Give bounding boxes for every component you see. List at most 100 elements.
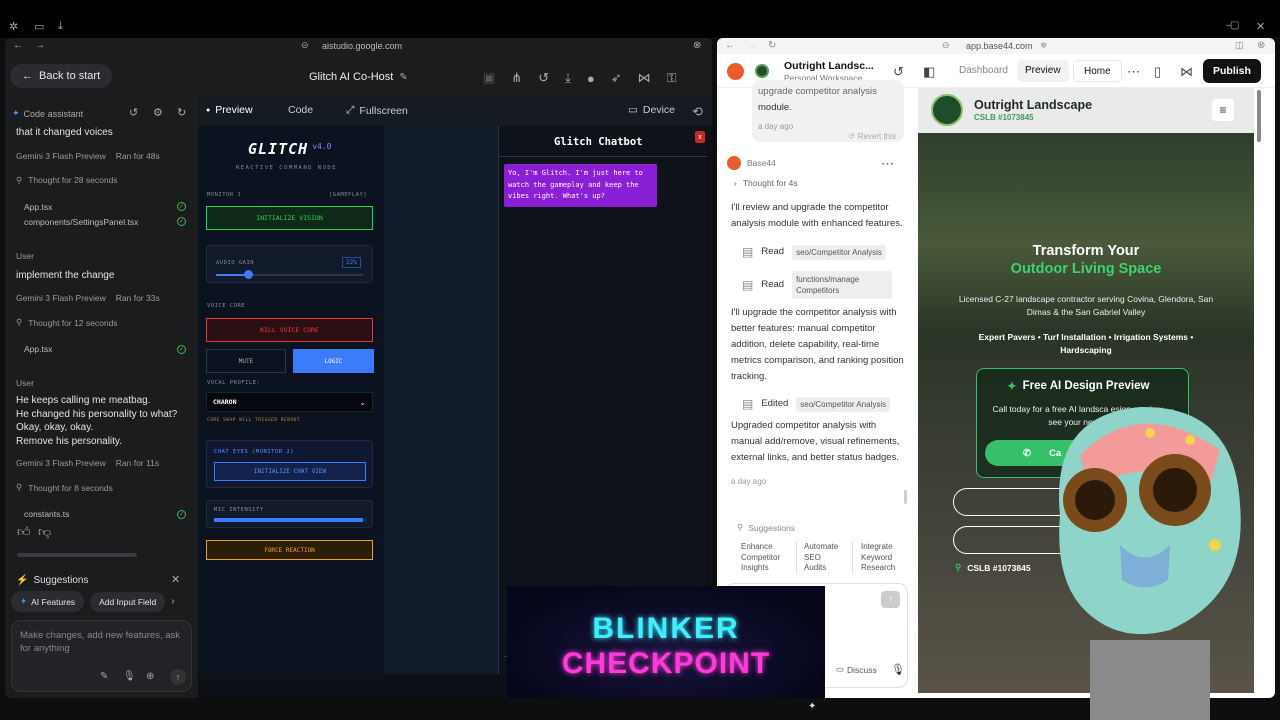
discuss-toggle[interactable]: ▭ Discuss: [836, 664, 877, 675]
mic-icon[interactable]: 🎙︎: [891, 663, 905, 676]
preview-scrollbar[interactable]: [1257, 90, 1261, 142]
file-item[interactable]: components/SettingsPanel.tsx ✓: [16, 217, 186, 227]
close-window-icon[interactable]: ✕: [1256, 20, 1265, 33]
github-icon[interactable]: ●: [587, 71, 595, 86]
project-avatar: [755, 64, 769, 78]
chevron-right-icon[interactable]: ›: [171, 596, 174, 607]
more-icon[interactable]: ⋯: [1127, 64, 1140, 80]
tab-fullscreen[interactable]: ⤢ Fullscreen: [346, 104, 408, 117]
page-selector[interactable]: Home: [1073, 60, 1122, 82]
chat-scrollbar[interactable]: [904, 490, 907, 504]
suggestion-chip[interactable]: Add Input Field: [90, 591, 166, 612]
base44-logo-icon[interactable]: [727, 63, 744, 80]
app-logo-icon[interactable]: ✲: [9, 20, 18, 33]
close-icon[interactable]: x: [695, 131, 705, 143]
thought-toggle[interactable]: › Thought for 4s: [734, 178, 798, 188]
glitch-logo: GLITCH v4.0: [248, 140, 331, 158]
thought-row[interactable]: ⚲ Thought for 12 seconds: [16, 317, 186, 328]
save-icon[interactable]: ▣: [483, 70, 495, 86]
thumbs-down-icon[interactable]: 👎︎: [38, 524, 51, 540]
gear-icon[interactable]: ⚙: [153, 106, 163, 119]
history-icon[interactable]: ↺: [129, 106, 138, 119]
site-info-icon[interactable]: ⊝: [301, 40, 309, 51]
revert-button[interactable]: ↺ Revert this: [848, 132, 896, 141]
maximize-icon[interactable]: ▢: [1230, 20, 1239, 31]
add-icon[interactable]: ⊕: [146, 671, 154, 682]
panel-toggle-icon[interactable]: ◧: [923, 64, 935, 80]
suggestion-item[interactable]: Enhance Competitor Insights: [741, 542, 787, 574]
mute-button[interactable]: MUTE: [206, 349, 286, 373]
history-icon[interactable]: ↺: [538, 70, 549, 86]
publish-button[interactable]: Publish: [1203, 59, 1261, 83]
left-url[interactable]: aistudio.google.com: [322, 41, 402, 51]
refresh-icon[interactable]: ↻: [177, 106, 186, 119]
arrow-left-icon: ←: [22, 70, 33, 82]
split-view-icon[interactable]: ◫: [1235, 40, 1244, 51]
forward-arrow-icon[interactable]: →: [35, 40, 45, 51]
back-arrow-icon[interactable]: ←: [725, 40, 735, 51]
site-info-icon[interactable]: ⊝: [942, 40, 950, 51]
horizontal-scrollbar[interactable]: [17, 553, 137, 557]
back-to-start-button[interactable]: ← Back to start: [10, 64, 113, 88]
send-icon[interactable]: ↑: [170, 669, 186, 685]
download-file-icon[interactable]: ⤓: [565, 70, 571, 86]
hero-title: Transform Your: [1032, 243, 1140, 259]
suggestion-chip[interactable]: ✦ AI Features: [11, 591, 85, 612]
sidebar-toggle-icon[interactable]: ▭: [34, 20, 44, 33]
deploy-rocket-icon[interactable]: ➶: [611, 70, 622, 86]
edit-pencil-icon[interactable]: ✎: [399, 72, 407, 83]
share-icon[interactable]: ⋈: [638, 70, 651, 86]
api-key-icon[interactable]: ⚿: [667, 70, 677, 86]
read-action[interactable]: ▤ Read seo/Competitor Analysis: [742, 244, 886, 260]
file-item[interactable]: App.tsx ✓: [16, 344, 186, 354]
forward-arrow-icon[interactable]: →: [747, 40, 757, 51]
mobile-view-icon[interactable]: ▯: [1154, 64, 1161, 80]
tune-icon[interactable]: ≑: [1040, 40, 1048, 51]
suggestion-item[interactable]: Integrate Keyword Research: [852, 542, 904, 574]
project-name[interactable]: Outright Landsc...: [784, 60, 874, 72]
character-pupil-right: [1153, 468, 1197, 512]
reload-preview-icon[interactable]: ⟲: [692, 104, 703, 120]
tab-code[interactable]: Code: [288, 104, 313, 116]
hamburger-menu-icon[interactable]: ≡: [1212, 99, 1234, 121]
vocal-profile-select[interactable]: CHARON ⌄: [206, 392, 373, 412]
kill-voice-core-button[interactable]: KILL VOICE CORE: [206, 318, 373, 342]
run-meta: Gemini 3 Flash Preview Ran for 48s: [16, 151, 186, 161]
right-address-bar: ← → ↻ ⊝ app.base44.com ≑ ◫ ⊗: [717, 38, 1275, 54]
force-reaction-button[interactable]: FORCE REACTION: [206, 540, 373, 560]
thumbs-up-icon[interactable]: 👍︎: [17, 524, 31, 540]
suggestion-item[interactable]: Automate SEO Audits: [796, 542, 842, 574]
chat-text: Okay, okay, okay.: [16, 422, 94, 433]
back-arrow-icon[interactable]: ←: [13, 40, 23, 51]
history-icon[interactable]: ↺: [893, 64, 904, 80]
send-icon[interactable]: ↑: [881, 591, 900, 608]
right-url[interactable]: app.base44.com: [966, 41, 1033, 51]
share-icon[interactable]: ⋈: [1180, 64, 1193, 80]
close-suggestions-icon[interactable]: ✕: [171, 573, 180, 586]
magic-edit-icon[interactable]: ✎: [100, 671, 108, 682]
message-menu-icon[interactable]: ⋯: [881, 156, 894, 172]
thought-row[interactable]: ⚲ Thought for 28 seconds: [16, 175, 186, 186]
tab-preview[interactable]: ● Preview: [206, 104, 253, 116]
nav-dashboard[interactable]: Dashboard: [959, 65, 1008, 76]
nav-preview[interactable]: Preview: [1017, 60, 1069, 82]
edited-action[interactable]: ▤ Edited seo/Competitor Analysis: [742, 396, 891, 412]
initialize-chat-view-button[interactable]: INITIALIZE CHAT VIEW: [214, 462, 366, 481]
download-icon[interactable]: ⤓: [58, 20, 63, 33]
mic-icon[interactable]: 🎙︎: [123, 671, 136, 682]
thought-row[interactable]: ⚲ Thought for 8 seconds: [16, 482, 186, 493]
stop-icon[interactable]: ⊗: [1257, 40, 1265, 51]
file-item[interactable]: App.tsx ✓: [16, 202, 186, 212]
read-action[interactable]: ▤ Read functions/manage Competitors: [742, 271, 893, 299]
glitch-control-panel: GLITCH v4.0 REACTIVE COMMAND NODE MONITO…: [198, 126, 384, 674]
device-toggle[interactable]: ▭ Device: [628, 104, 675, 116]
share-graph-icon[interactable]: ⋔: [511, 70, 522, 86]
logic-button[interactable]: LOGIC: [293, 349, 374, 373]
prompt-input[interactable]: Make changes, add new features, ask for …: [11, 620, 192, 692]
audio-gain-thumb[interactable]: [244, 270, 254, 279]
reload-icon[interactable]: ↻: [768, 40, 776, 51]
audio-gain-slider[interactable]: [216, 270, 363, 279]
initialize-vision-button[interactable]: INITIALIZE VISION: [206, 206, 373, 230]
stop-icon[interactable]: ⊗: [693, 40, 701, 51]
file-item[interactable]: constants.ts ✓: [16, 509, 186, 519]
